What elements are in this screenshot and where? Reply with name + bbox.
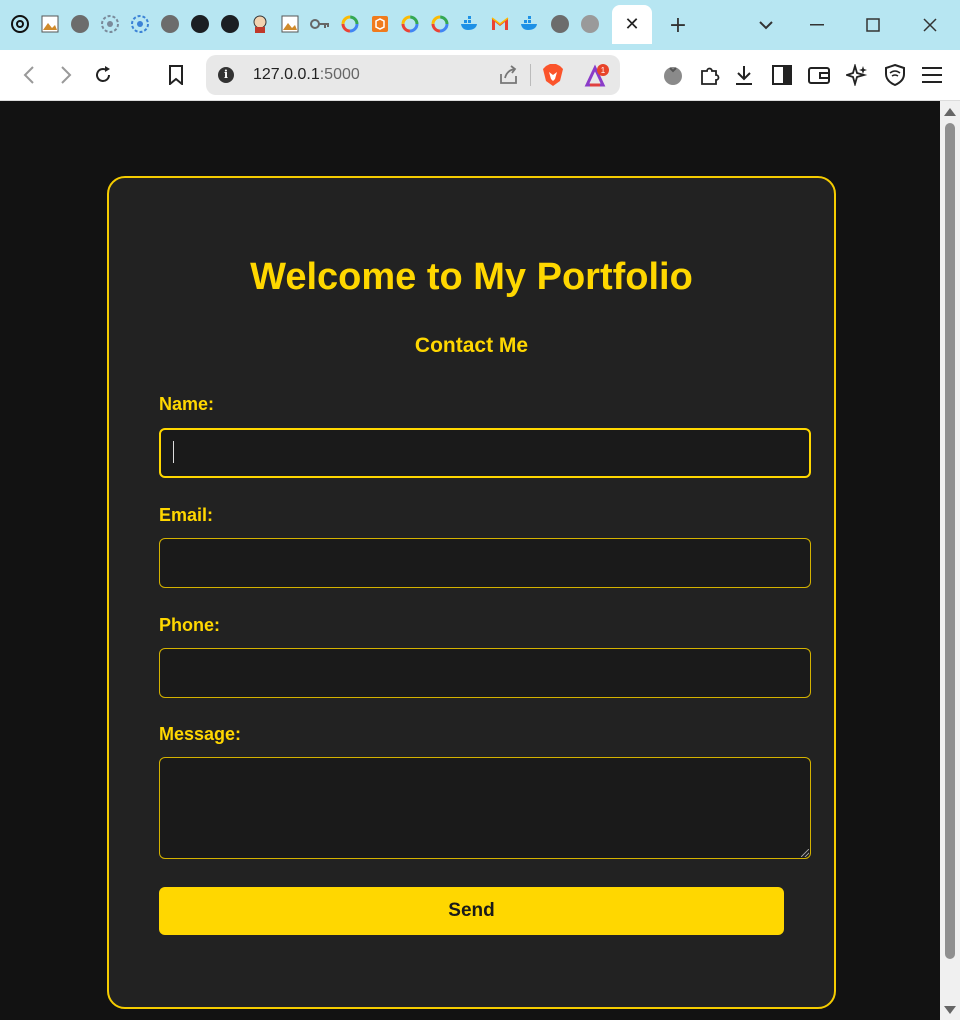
extensions-puzzle-icon[interactable] [697, 62, 723, 88]
bookmark-icon[interactable] [163, 62, 189, 88]
page-title: Welcome to My Portfolio [250, 256, 693, 298]
globe-icon[interactable] [548, 12, 572, 36]
globe-icon[interactable] [158, 12, 182, 36]
tab-search-chevron-icon[interactable] [753, 12, 779, 38]
name-label: Name: [159, 394, 215, 414]
brave-rewards-icon[interactable]: 1 [584, 63, 610, 89]
share-icon[interactable] [498, 64, 520, 86]
gmail-icon[interactable] [488, 12, 512, 36]
message-field-wrapper [159, 757, 811, 859]
scroll-up-icon[interactable] [944, 108, 956, 116]
tomato-extension-icon[interactable] [660, 62, 686, 88]
close-window-icon[interactable] [917, 12, 943, 38]
browser-toolbar: i 127.0.0.1:5000 1 [0, 50, 960, 101]
new-tab-button[interactable]: + [665, 12, 691, 38]
brave-shields-icon[interactable] [542, 63, 564, 87]
email-input[interactable] [159, 538, 811, 588]
name-input[interactable] [159, 428, 811, 478]
package-icon[interactable] [368, 12, 392, 36]
tab-close-button[interactable]: ✕ [612, 5, 652, 44]
address-bar-divider [530, 64, 531, 86]
vertical-scrollbar[interactable] [940, 101, 960, 1020]
chromium-icon[interactable] [98, 12, 122, 36]
url-port: :5000 [319, 66, 360, 83]
tab-strip: ✕ + [0, 0, 960, 50]
github-icon[interactable] [218, 12, 242, 36]
docker-icon[interactable] [518, 12, 542, 36]
leo-ai-icon[interactable] [844, 62, 870, 88]
site-info-icon[interactable]: i [218, 67, 234, 83]
url-text[interactable]: 127.0.0.1:5000 [253, 66, 360, 84]
minimize-icon[interactable] [804, 12, 830, 38]
key-icon[interactable] [308, 12, 332, 36]
openai-icon[interactable] [8, 12, 32, 36]
download-icon[interactable] [731, 62, 757, 88]
menu-hamburger-icon[interactable] [919, 62, 945, 88]
google-icon[interactable] [338, 12, 362, 36]
rewards-badge: 1 [601, 66, 606, 75]
google-icon[interactable] [428, 12, 452, 36]
message-label: Message: [159, 724, 242, 744]
sidebar-toggle-icon[interactable] [769, 62, 795, 88]
image-icon[interactable] [278, 12, 302, 36]
message-textarea[interactable] [159, 757, 811, 859]
email-label: Email: [159, 505, 214, 525]
contact-card: Welcome to My Portfolio Contact Me Name:… [107, 176, 836, 1009]
scrollbar-thumb[interactable] [945, 123, 955, 959]
wallet-icon[interactable] [806, 62, 832, 88]
phone-input[interactable] [159, 648, 811, 698]
send-button[interactable]: Send [159, 887, 784, 935]
globe-icon[interactable] [578, 12, 602, 36]
pinned-tabs [8, 12, 602, 36]
tauri-icon[interactable] [128, 12, 152, 36]
phone-label: Phone: [159, 615, 220, 635]
vpn-shield-icon[interactable] [882, 62, 908, 88]
github-icon[interactable] [188, 12, 212, 36]
scroll-down-icon[interactable] [944, 1006, 956, 1014]
forward-icon[interactable] [53, 62, 79, 88]
maximize-icon[interactable] [860, 12, 886, 38]
url-host: 127.0.0.1 [253, 66, 320, 83]
jenkins-icon[interactable] [248, 12, 272, 36]
reload-icon[interactable] [90, 62, 116, 88]
text-caret [173, 441, 174, 463]
address-bar[interactable]: i 127.0.0.1:5000 1 [206, 55, 620, 95]
docker-icon[interactable] [458, 12, 482, 36]
google-icon[interactable] [398, 12, 422, 36]
back-icon[interactable] [16, 62, 42, 88]
globe-icon[interactable] [68, 12, 92, 36]
form-heading: Contact Me [414, 334, 529, 357]
image-icon[interactable] [38, 12, 62, 36]
resize-handle-icon[interactable] [801, 849, 809, 857]
